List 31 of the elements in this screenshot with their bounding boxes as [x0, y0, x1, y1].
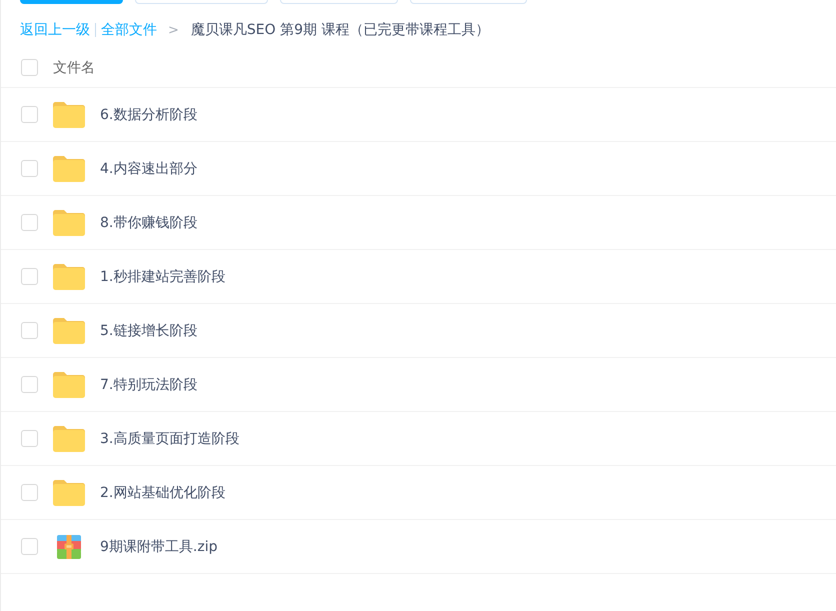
checkbox[interactable] [21, 376, 38, 393]
checkbox[interactable] [21, 322, 38, 339]
path-separator: > [168, 22, 179, 38]
file-name[interactable]: 5.链接增长阶段 [100, 322, 198, 340]
column-header[interactable]: 文件名 [53, 58, 95, 76]
folder-icon [53, 318, 85, 344]
checkbox[interactable] [21, 538, 38, 555]
folder-icon [53, 372, 85, 398]
archive-icon [57, 534, 81, 558]
file-name[interactable]: 6.数据分析阶段 [100, 106, 198, 124]
folder-icon [53, 264, 85, 290]
file-name[interactable]: 9期课附带工具.zip [100, 538, 218, 556]
folder-icon [53, 102, 85, 128]
checkbox[interactable] [21, 268, 38, 285]
folder-icon [53, 210, 85, 236]
folder-icon [53, 426, 85, 452]
checkbox[interactable] [21, 160, 38, 177]
folder-icon [53, 156, 85, 182]
checkbox[interactable] [21, 214, 38, 231]
file-name[interactable]: 1.秒排建站完善阶段 [100, 268, 226, 286]
file-name[interactable]: 7.特别玩法阶段 [100, 376, 198, 394]
checkbox[interactable] [21, 430, 38, 447]
file-name[interactable]: 3.高质量页面打造阶段 [100, 430, 240, 448]
checkbox[interactable] [21, 59, 38, 76]
file-name[interactable]: 2.网站基础优化阶段 [100, 484, 226, 502]
file-name[interactable]: 8.带你赚钱阶段 [100, 214, 198, 232]
current-folder-title: 魔贝课凡SEO 第9期 课程（已完更带课程工具） [190, 21, 490, 39]
file-name[interactable]: 4.内容速出部分 [100, 160, 198, 178]
checkbox[interactable] [21, 484, 38, 501]
checkbox[interactable] [21, 106, 38, 123]
folder-icon [53, 480, 85, 506]
